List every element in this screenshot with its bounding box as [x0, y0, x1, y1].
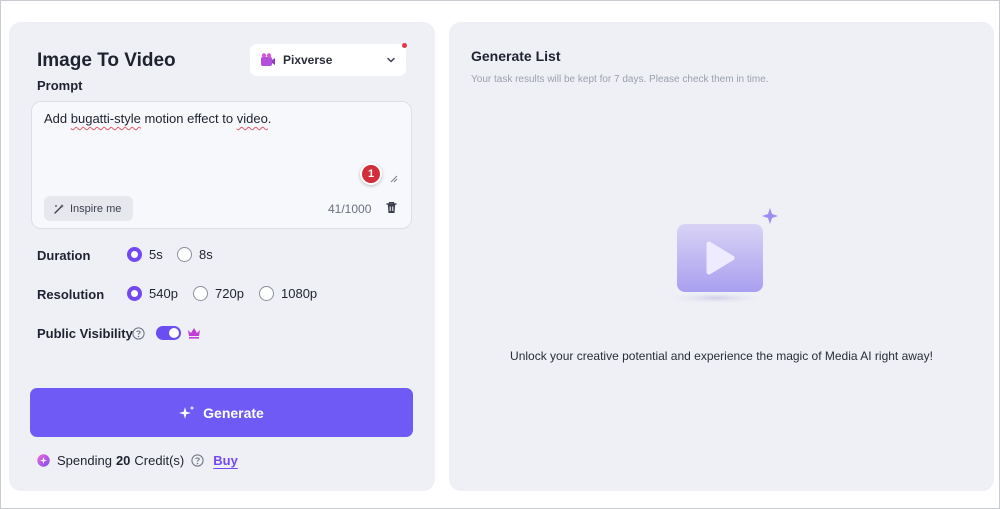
prompt-textarea[interactable]: Add bugatti-style motion effect to video… — [31, 101, 412, 229]
model-label: Pixverse — [283, 53, 333, 67]
model-select[interactable]: Pixverse — [250, 43, 407, 76]
inspire-me-label: Inspire me — [70, 202, 122, 215]
duration-option-8s[interactable]: 8s — [177, 247, 213, 262]
spending-row: Spending 20 Credit(s) Buy — [37, 453, 238, 468]
resolution-option-1080p[interactable]: 1080p — [259, 286, 317, 301]
toggle-knob — [169, 328, 179, 338]
buy-link[interactable]: Buy — [213, 453, 238, 468]
help-circle-icon[interactable] — [191, 454, 204, 467]
notification-dot — [402, 43, 407, 48]
inspire-me-button[interactable]: Inspire me — [44, 196, 133, 221]
resize-grip-icon[interactable] — [389, 174, 398, 183]
generate-list-subtitle: Your task results will be kept for 7 day… — [471, 74, 769, 85]
prompt-label: Prompt — [37, 78, 83, 93]
resolution-option-720p[interactable]: 720p — [193, 286, 244, 301]
char-count: 41/1000 — [328, 202, 372, 216]
radio-unselected[interactable] — [177, 247, 192, 262]
radio-selected[interactable] — [127, 247, 142, 262]
spending-prefix: Spending — [57, 453, 112, 468]
credit-coin-icon — [37, 454, 50, 467]
generate-button[interactable]: Generate — [30, 388, 413, 437]
empty-state-message: Unlock your creative potential and exper… — [510, 349, 933, 363]
generate-label: Generate — [203, 404, 264, 421]
resolution-option-540p[interactable]: 540p — [127, 286, 178, 301]
radio-selected[interactable] — [127, 286, 142, 301]
panel-title: Image To Video — [37, 50, 176, 71]
app-frame: Image To Video Pixverse Prompt Add bugat… — [0, 0, 1000, 509]
duration-label: Duration — [37, 248, 91, 263]
pixverse-logo-icon — [261, 53, 275, 66]
public-visibility-toggle[interactable] — [156, 326, 181, 340]
spending-amount: 20 — [115, 453, 131, 468]
radio-unselected[interactable] — [259, 286, 274, 301]
notification-badge[interactable]: 1 — [360, 163, 386, 185]
generate-list-panel: Generate List Your task results will be … — [449, 22, 994, 491]
video-play-icon — [664, 208, 778, 304]
spending-suffix: Credit(s) — [134, 453, 185, 468]
radio-unselected[interactable] — [193, 286, 208, 301]
public-visibility-label: Public Visibility — [37, 326, 133, 341]
generate-list-title: Generate List — [471, 48, 561, 64]
badge-count: 1 — [360, 163, 382, 185]
help-circle-icon[interactable] — [132, 327, 145, 340]
chevron-down-icon — [387, 57, 395, 63]
duration-option-5s[interactable]: 5s — [127, 247, 163, 262]
settings-panel: Image To Video Pixverse Prompt Add bugat… — [9, 22, 435, 491]
prompt-text[interactable]: Add bugatti-style motion effect to video… — [44, 111, 271, 126]
crown-icon — [188, 328, 200, 339]
magic-wand-icon — [54, 203, 64, 214]
sparkle-icon — [179, 405, 195, 419]
resolution-label: Resolution — [37, 287, 105, 302]
trash-icon[interactable] — [385, 201, 398, 214]
